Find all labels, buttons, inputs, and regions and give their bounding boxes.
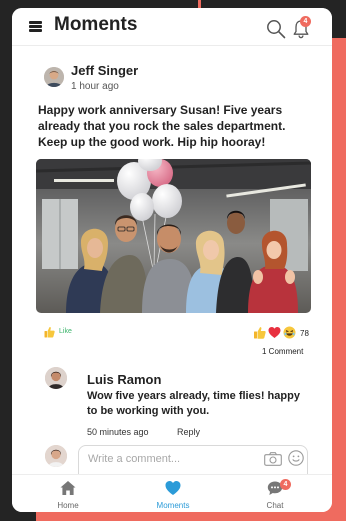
camera-icon[interactable]	[264, 452, 282, 466]
reaction-count: 78	[300, 329, 309, 338]
comment-author-avatar[interactable]	[45, 367, 67, 389]
heart-icon	[165, 481, 181, 495]
comment-timestamp: 50 minutes ago	[87, 427, 149, 437]
current-user-avatar	[45, 445, 67, 467]
heart-icon	[268, 327, 281, 338]
laughing-face-icon	[283, 326, 296, 339]
app-header: Moments 4	[12, 8, 332, 46]
post-author-name[interactable]: Jeff Singer	[71, 63, 138, 78]
menu-icon[interactable]	[29, 21, 42, 32]
like-label: Like	[59, 328, 72, 335]
comment-composer	[78, 445, 308, 474]
emoji-icon[interactable]	[288, 450, 304, 466]
post-text: Happy work anniversary Susan! Five years…	[38, 103, 286, 149]
post-timestamp: 1 hour ago	[71, 81, 119, 92]
notification-badge: 4	[300, 16, 311, 27]
tab-home-label: Home	[57, 501, 79, 510]
chat-badge: 4	[280, 479, 291, 490]
page-title: Moments	[54, 14, 138, 35]
tab-chat-label: Chat	[266, 501, 284, 510]
reaction-summary[interactable]: 78	[253, 326, 315, 340]
post-author-avatar[interactable]	[44, 67, 64, 87]
search-icon[interactable]	[266, 19, 286, 39]
tab-moments-label: Moments	[156, 501, 190, 510]
reply-button[interactable]: Reply	[177, 427, 200, 437]
bottom-tab-bar: Home Moments 4 Chat	[12, 474, 332, 512]
comment-input[interactable]	[88, 451, 253, 467]
moments-feed[interactable]: Jeff Singer 1 hour ago Happy work annive…	[12, 47, 332, 474]
tab-moments[interactable]: Moments	[138, 475, 208, 512]
tab-home[interactable]: Home	[33, 475, 103, 512]
tab-chat[interactable]: 4 Chat	[240, 475, 310, 512]
comment-text: Wow five years already, time flies! happ…	[87, 390, 300, 417]
comment-count-link[interactable]: 1 Comment	[262, 347, 303, 356]
thumbs-up-icon	[254, 327, 266, 339]
home-icon	[60, 481, 76, 495]
post-photo[interactable]	[36, 159, 311, 313]
comment-author-name[interactable]: Luis Ramon	[87, 372, 161, 387]
thumbs-up-icon	[44, 326, 55, 338]
app-screen: Moments 4 Jeff Singer 1 hour ago Happy w…	[12, 8, 332, 512]
